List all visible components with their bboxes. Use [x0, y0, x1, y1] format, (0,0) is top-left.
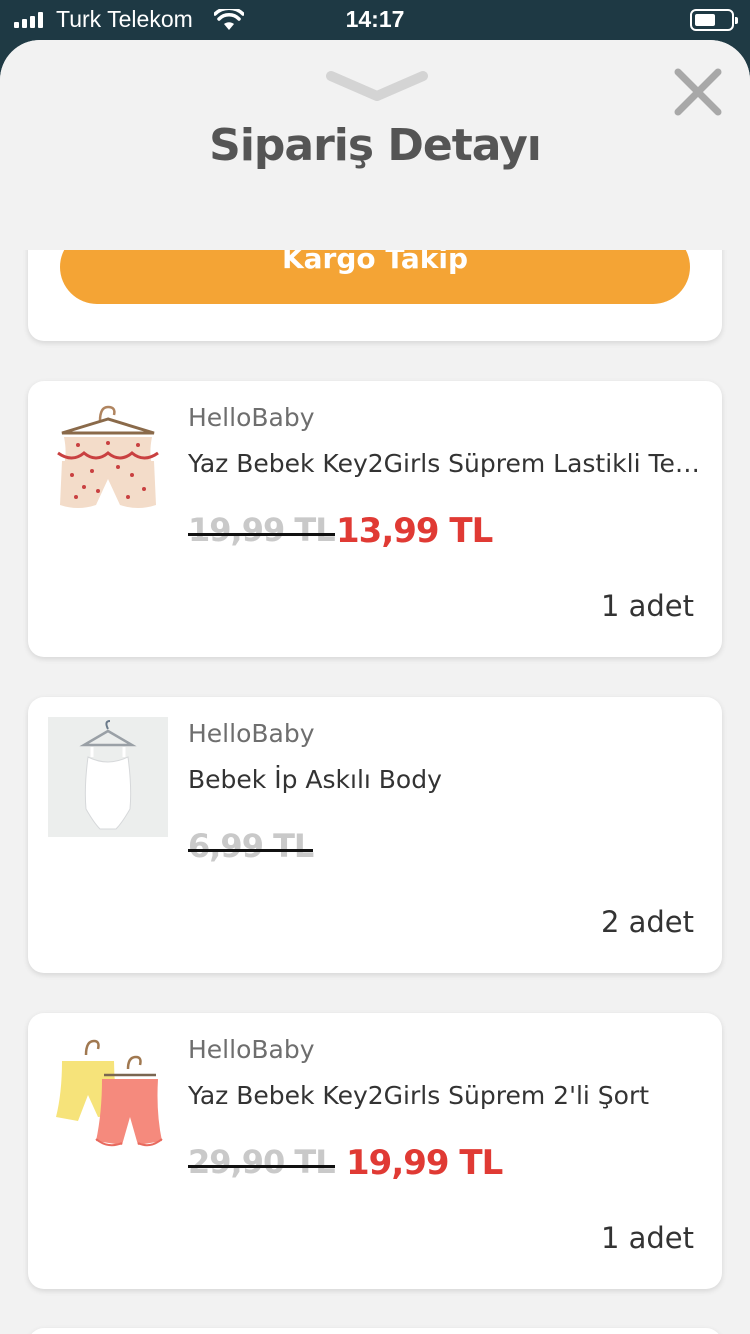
sale-price: 13,99 TL [336, 511, 493, 551]
quantity-label: 2 adet [600, 905, 694, 939]
battery-icon [690, 9, 738, 31]
order-item-card[interactable]: HelloBaby Yaz Bebek Key2Girls Süprem Las… [28, 381, 722, 657]
product-name: Yaz Bebek Key2Girls Süprem Lastikli Tek.… [188, 449, 700, 478]
sale-price: 19,99 TL [346, 1143, 503, 1183]
order-item-card[interactable]: HelloBaby Yaz Bebek Key2Girls Süprem 2'l… [28, 1013, 722, 1289]
order-item-card[interactable]: HelloBaby Bebek İp Askılı Body 6,99 TL 2… [28, 697, 722, 973]
chevron-down-icon[interactable] [325, 68, 429, 104]
original-price: 29,90 TL [188, 1143, 336, 1181]
order-item-card[interactable] [28, 1328, 722, 1334]
product-brand: HelloBaby [188, 719, 315, 748]
quantity-label: 1 adet [600, 589, 694, 623]
original-price: 19,99 TL [188, 511, 336, 549]
product-image [48, 401, 168, 521]
product-name: Yaz Bebek Key2Girls Süprem 2'li Şort [188, 1081, 650, 1110]
clock: 14:17 [345, 6, 405, 32]
page-title: Sipariş Detayı [209, 120, 542, 171]
product-image [48, 717, 168, 837]
quantity-label: 1 adet [600, 1221, 694, 1255]
order-detail-sheet: Sipariş Detayı Kargo Takip HelloBaby Yaz… [0, 40, 750, 1334]
sheet-header: Sipariş Detayı [0, 40, 750, 250]
original-price: 6,99 TL [188, 827, 314, 865]
status-bar: Turk Telekom 14:17 [0, 0, 750, 40]
product-brand: HelloBaby [188, 403, 315, 432]
product-name: Bebek İp Askılı Body [188, 765, 442, 794]
product-brand: HelloBaby [188, 1035, 315, 1064]
product-image [48, 1033, 168, 1153]
close-icon[interactable] [670, 64, 726, 120]
